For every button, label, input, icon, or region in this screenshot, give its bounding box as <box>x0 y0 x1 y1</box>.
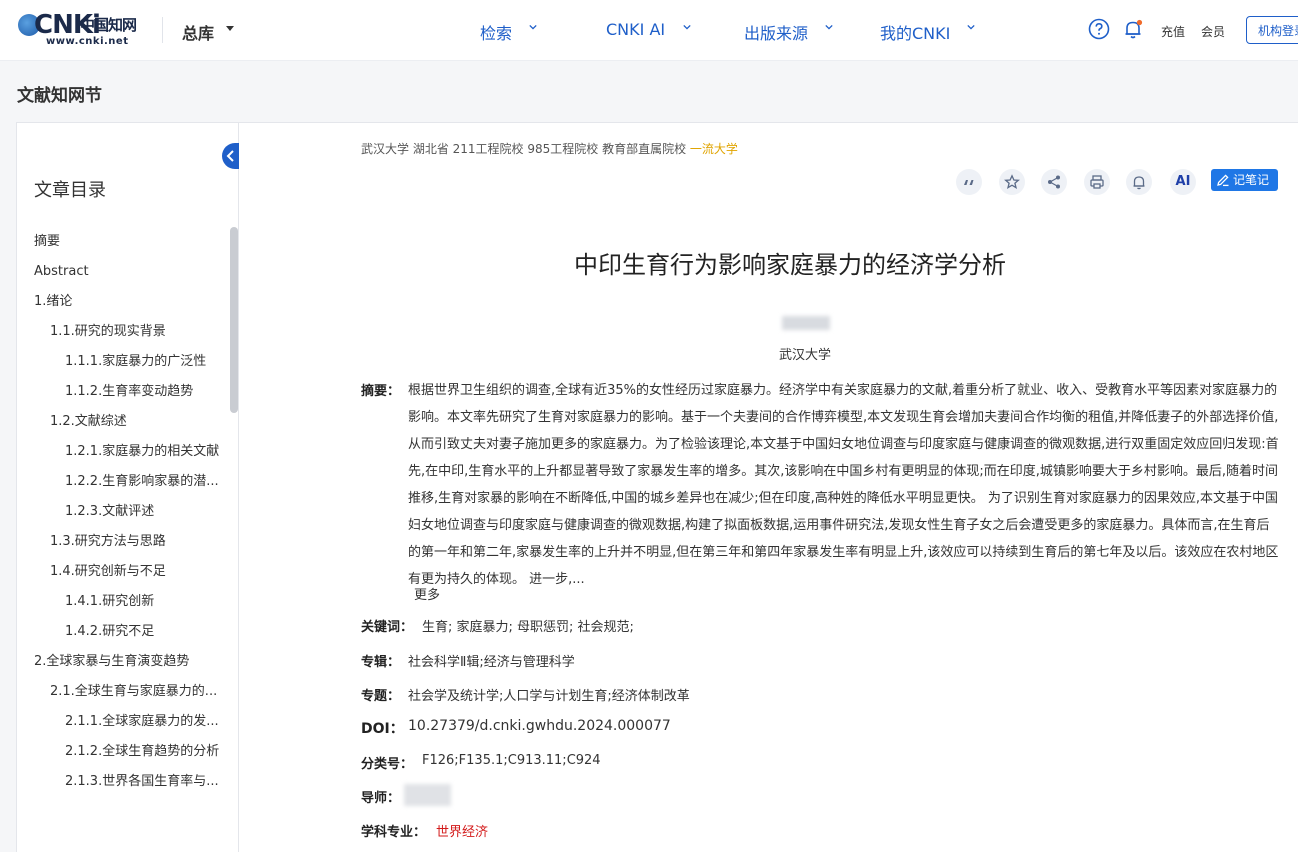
author-redacted[interactable] <box>782 316 830 330</box>
chevron-left-icon <box>226 150 234 162</box>
toc-item[interactable]: 1.1.研究的现实背景 <box>50 322 166 342</box>
institution-tags: 武汉大学 湖北省 211工程院校 985工程院校 教育部直属院校 一流大学 <box>361 140 738 157</box>
star-icon <box>1004 174 1020 189</box>
pencil-icon <box>1217 174 1229 187</box>
ai-assistant-button[interactable]: AI <box>1170 169 1196 195</box>
bell-icon <box>1133 176 1145 190</box>
nav-search[interactable]: 检索 <box>480 20 512 44</box>
toc-item[interactable]: 1.2.2.生育影响家暴的潜... <box>65 472 219 492</box>
nav-cnki-ai[interactable]: CNKI AI <box>606 20 665 39</box>
bell-icon[interactable] <box>1122 18 1144 40</box>
abstract-label: 摘要： <box>361 384 401 399</box>
cnki-logo[interactable]: CNKi 中国知网 www.cnki.net <box>16 10 146 48</box>
keywords-label: 关键词： <box>361 620 414 635</box>
take-note-button[interactable]: 记笔记 <box>1211 169 1278 191</box>
alert-button[interactable] <box>1126 169 1152 195</box>
toc-item[interactable]: 1.4.研究创新与不足 <box>50 562 166 582</box>
topic-label: 专题： <box>361 689 401 704</box>
toc-item[interactable]: 1.1.1.家庭暴力的广泛性 <box>65 352 206 372</box>
chevron-down-icon[interactable] <box>529 23 537 31</box>
major-value[interactable]: 世界经济 <box>436 821 488 840</box>
printer-icon <box>1090 175 1104 189</box>
cite-button[interactable] <box>956 169 982 195</box>
doi-label: DOI： <box>361 721 404 737</box>
share-button[interactable] <box>1041 169 1067 195</box>
classification-value: F126;F135.1;C913.11;C924 <box>422 753 601 768</box>
org-login-button[interactable]: 机构登录 <box>1246 16 1298 44</box>
toc-item[interactable]: 1.2.文献综述 <box>50 412 127 432</box>
institution-tags-text: 武汉大学 湖北省 211工程院校 985工程院校 教育部直属院校 <box>361 142 690 156</box>
more-link[interactable]: 更多 <box>414 584 440 603</box>
toc-item[interactable]: 2.1.2.全球生育趋势的分析 <box>65 742 219 762</box>
toc-item[interactable]: 2.全球家暴与生育演变趋势 <box>34 652 189 672</box>
share-icon <box>1048 175 1060 189</box>
major-label: 学科专业： <box>361 825 427 840</box>
toc-item[interactable]: 摘要 <box>34 232 60 252</box>
nav-publication-source[interactable]: 出版来源 <box>744 20 808 44</box>
help-icon[interactable] <box>1088 18 1110 40</box>
favorite-button[interactable] <box>999 169 1025 195</box>
divider <box>162 17 163 43</box>
doi-value: 10.27379/d.cnki.gwhdu.2024.000077 <box>408 718 671 734</box>
toc-item[interactable]: 1.4.1.研究创新 <box>65 592 154 612</box>
classification-label: 分类号： <box>361 757 414 772</box>
series-value: 社会科学Ⅱ辑;经济与管理科学 <box>408 655 575 670</box>
abstract-text: 根据世界卫生组织的调查,全球有近35%的女性经历过家庭暴力。经济学中有关家庭暴力… <box>408 383 1279 587</box>
first-class-tag: 一流大学 <box>689 142 738 156</box>
chevron-down-icon[interactable] <box>967 23 975 31</box>
quote-icon <box>964 180 974 185</box>
page-title: 文献知网节 <box>17 86 102 106</box>
print-button[interactable] <box>1084 169 1110 195</box>
member-link[interactable]: 会员 <box>1201 23 1225 40</box>
keywords-value[interactable]: 生育; 家庭暴力; 母职惩罚; 社会规范; <box>422 616 634 635</box>
toc-item[interactable]: 2.1.1.全球家庭暴力的发... <box>65 712 219 732</box>
advisor-label: 导师： <box>361 791 401 806</box>
advisor-redacted[interactable] <box>404 784 451 806</box>
caret-down-icon[interactable] <box>226 26 234 31</box>
nav-my-cnki[interactable]: 我的CNKI <box>880 20 950 44</box>
toc-item[interactable]: 1.1.2.生育率变动趋势 <box>65 382 193 402</box>
toc-item[interactable]: 1.绪论 <box>34 292 72 312</box>
take-note-label: 记笔记 <box>1233 173 1270 187</box>
toc-item[interactable]: Abstract <box>34 262 89 282</box>
toc-title: 文章目录 <box>34 180 106 201</box>
article-title: 中印生育行为影响家庭暴力的经济学分析 <box>574 251 1006 279</box>
logo-url: www.cnki.net <box>46 36 129 47</box>
toc-item[interactable]: 1.3.研究方法与思路 <box>50 532 166 552</box>
toc-item[interactable]: 2.1.全球生育与家庭暴力的... <box>50 682 217 702</box>
top-bar: CNKi 中国知网 www.cnki.net 总库 检索 CNKI AI 出版来… <box>0 0 1298 61</box>
author-affiliation[interactable]: 武汉大学 <box>340 344 1270 363</box>
toc-scrollbar[interactable] <box>230 227 238 413</box>
toc-item[interactable]: 1.2.1.家庭暴力的相关文献 <box>65 442 219 462</box>
recharge-link[interactable]: 充值 <box>1161 23 1185 40</box>
toc-item[interactable]: 1.4.2.研究不足 <box>65 622 154 642</box>
chevron-down-icon[interactable] <box>683 23 691 31</box>
toc-item[interactable]: 1.2.3.文献评述 <box>65 502 154 522</box>
topic-value: 社会学及统计学;人口学与计划生育;经济体制改革 <box>408 689 690 704</box>
logo-chinese: 中国知网 <box>80 16 137 34</box>
series-label: 专辑： <box>361 655 401 670</box>
library-selector[interactable]: 总库 <box>182 20 214 44</box>
chevron-down-icon[interactable] <box>825 23 833 31</box>
toc-item[interactable]: 2.1.3.世界各国生育率与... <box>65 772 219 792</box>
